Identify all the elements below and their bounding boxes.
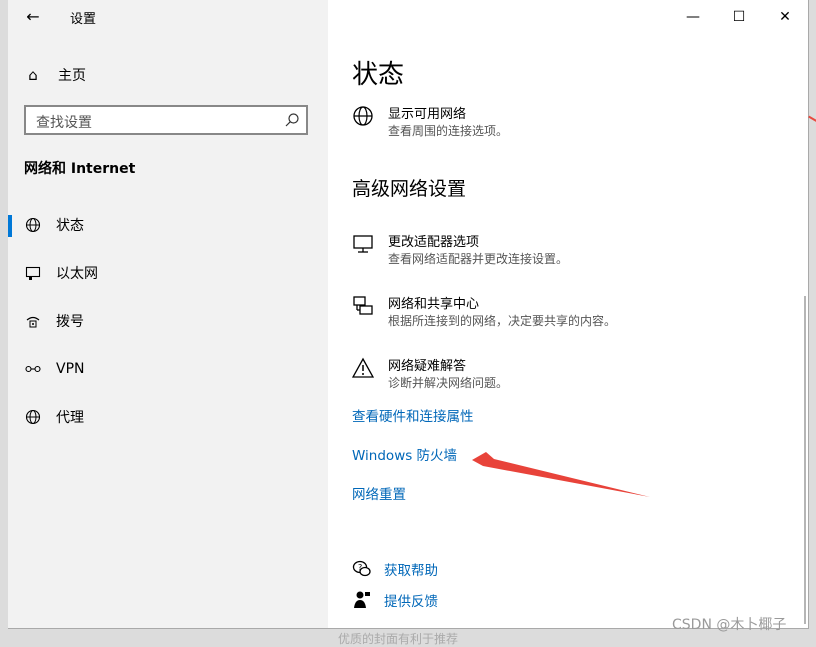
scrollbar[interactable] xyxy=(804,296,806,624)
vpn-icon xyxy=(24,360,42,378)
entry-subtitle: 根据所连接到的网络，决定要共享的内容。 xyxy=(388,314,617,328)
entry-title: 网络疑难解答 xyxy=(388,359,467,374)
back-arrow-icon[interactable]: ← xyxy=(22,6,44,28)
sidebar: ← 设置 ⌂ 主页 查找设置 网络和 Internet 状态 以太网 拨号 VP… xyxy=(8,0,328,628)
home-label: 主页 xyxy=(58,68,86,84)
sidebar-item-label: VPN xyxy=(56,361,85,377)
search-placeholder: 查找设置 xyxy=(36,115,92,131)
home-icon: ⌂ xyxy=(28,66,38,84)
minimize-button[interactable]: — xyxy=(670,0,716,34)
sidebar-item-label: 拨号 xyxy=(56,314,84,330)
search-icon[interactable] xyxy=(284,112,300,128)
maximize-button[interactable]: ☐ xyxy=(716,0,762,34)
help-chat-icon: ? xyxy=(352,560,371,577)
hardware-properties-link[interactable]: 查看硬件和连接属性 xyxy=(352,405,474,425)
svg-text:?: ? xyxy=(358,563,362,572)
watermark: CSDN @木卜椰子 xyxy=(672,617,787,633)
sidebar-item-label: 状态 xyxy=(56,218,84,234)
close-button[interactable]: ✕ xyxy=(762,0,808,34)
globe-network-icon xyxy=(353,106,373,126)
sidebar-item-ethernet[interactable]: 以太网 xyxy=(8,255,328,291)
section-title: 网络和 Internet xyxy=(24,161,136,177)
sidebar-item-proxy[interactable]: 代理 xyxy=(8,399,328,435)
page-title: 状态 xyxy=(352,60,405,90)
feedback-link[interactable]: 提供反馈 xyxy=(352,590,438,610)
settings-window: ← 设置 ⌂ 主页 查找设置 网络和 Internet 状态 以太网 拨号 VP… xyxy=(8,0,809,629)
sidebar-item-label: 以太网 xyxy=(56,266,98,282)
main-content: — ☐ ✕ 状态 显示可用网络 查看周围的连接选项。 高级网络设置 更改适配器选… xyxy=(328,0,808,628)
active-indicator xyxy=(8,215,12,237)
globe-icon xyxy=(24,216,42,234)
ethernet-icon xyxy=(24,264,42,282)
home-nav[interactable]: ⌂ 主页 xyxy=(24,64,86,86)
advanced-section-title: 高级网络设置 xyxy=(352,178,467,200)
proxy-globe-icon xyxy=(24,408,42,426)
sharing-icon xyxy=(353,296,373,315)
dialup-icon xyxy=(24,312,42,330)
monitor-icon xyxy=(353,235,373,253)
window-controls: — ☐ ✕ xyxy=(670,0,808,34)
entry-title: 网络和共享中心 xyxy=(388,297,480,312)
sidebar-item-label: 代理 xyxy=(56,410,84,426)
feedback-person-icon xyxy=(354,591,370,608)
annotation-line xyxy=(808,115,816,123)
entry-subtitle: 诊断并解决网络问题。 xyxy=(388,376,509,390)
entry-subtitle: 查看网络适配器并更改连接设置。 xyxy=(388,252,569,266)
search-box[interactable]: 查找设置 xyxy=(24,105,308,135)
sidebar-item-vpn[interactable]: VPN xyxy=(8,351,328,387)
entry-title: 显示可用网络 xyxy=(388,107,467,122)
window-title: 设置 xyxy=(70,12,97,27)
warning-icon xyxy=(352,357,374,378)
sidebar-item-status[interactable]: 状态 xyxy=(8,207,328,243)
sidebar-item-dialup[interactable]: 拨号 xyxy=(8,303,328,339)
feedback-label: 提供反馈 xyxy=(384,594,438,610)
firewall-link[interactable]: Windows 防火墙 xyxy=(352,444,457,464)
network-reset-link[interactable]: 网络重置 xyxy=(352,483,406,503)
entry-subtitle: 查看周围的连接选项。 xyxy=(388,124,509,138)
get-help-link[interactable]: ? 获取帮助 xyxy=(352,559,438,579)
get-help-label: 获取帮助 xyxy=(384,563,438,579)
cropped-caption: 优质的封面有利于推荐 xyxy=(338,632,459,646)
entry-title: 更改适配器选项 xyxy=(388,235,480,250)
